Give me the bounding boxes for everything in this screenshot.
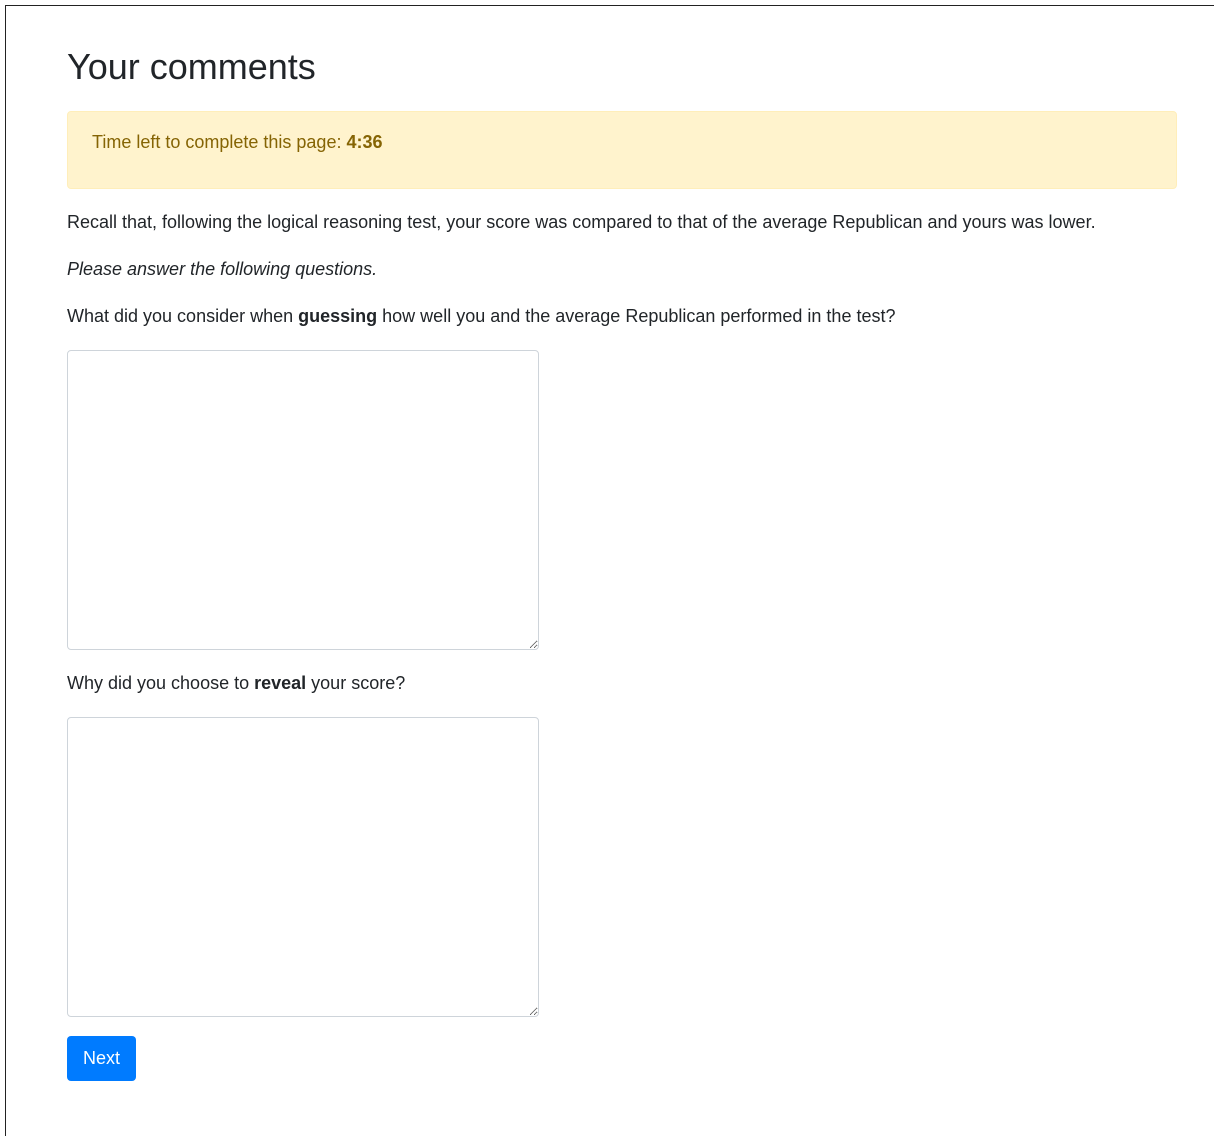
page-title: Your comments [67, 46, 316, 87]
question-1-emphasis: guessing [298, 306, 378, 326]
recall-text: Recall that, following the logical reaso… [67, 212, 1096, 232]
question-2-emphasis: reveal [254, 673, 307, 693]
question-1-suffix: how well you and the average Republican … [377, 306, 896, 326]
question-2-textarea[interactable] [67, 717, 539, 1017]
next-button[interactable]: Next [67, 1036, 136, 1081]
question-1-label: What did you consider when guessing how … [67, 306, 895, 327]
page-frame: Your comments Time left to complete this… [5, 5, 1214, 1136]
question-2-label: Why did you choose to reveal your score? [67, 673, 405, 694]
timer-value: 4:36 [346, 132, 383, 152]
question-2-suffix: your score? [306, 673, 406, 693]
timer-label: Time left to complete this page: [92, 132, 347, 152]
timer-alert: Time left to complete this page: 4:36 [67, 111, 1177, 189]
question-2-prefix: Why did you choose to [67, 673, 255, 693]
question-1-prefix: What did you consider when [67, 306, 299, 326]
question-1-textarea[interactable] [67, 350, 539, 650]
instruction-text: Please answer the following questions. [67, 259, 378, 279]
